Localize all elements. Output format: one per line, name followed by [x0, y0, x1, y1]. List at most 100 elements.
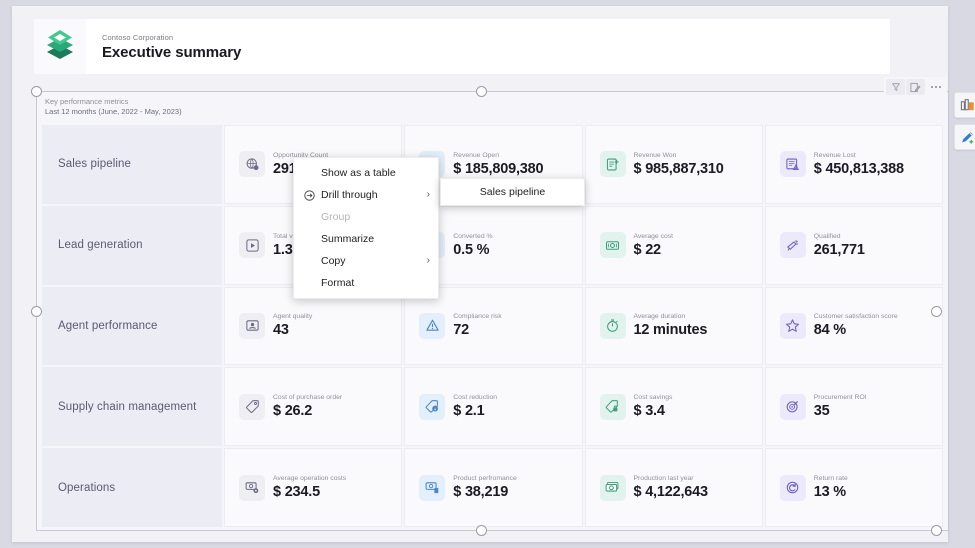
- visualizations-icon[interactable]: [954, 92, 975, 118]
- kpi-card[interactable]: Production last year $ 4,122,643: [584, 448, 763, 527]
- kpi-card[interactable]: Average duration 12 minutes: [584, 286, 763, 366]
- kpi-value: $ 38,219: [453, 484, 509, 501]
- selection-handle-bottom-right[interactable]: [931, 525, 942, 536]
- context-menu-item[interactable]: Summarize: [294, 228, 438, 250]
- money-cost-icon: [599, 232, 626, 259]
- selection-handle-bottom-center[interactable]: [476, 525, 487, 536]
- kpi-label: Product perfromance: [453, 475, 517, 483]
- kpi-card[interactable]: Customer satisfaction score 84 %: [764, 286, 943, 366]
- kpi-value: $ 2.1: [453, 403, 485, 420]
- kpi-value: $ 185,809,380: [453, 160, 544, 177]
- kpi-card[interactable]: Return rate 13 %: [764, 448, 943, 527]
- drill-through-icon: [304, 189, 319, 201]
- category-cell[interactable]: Operations: [42, 448, 222, 527]
- category-cell[interactable]: Agent performance: [42, 286, 222, 366]
- visual-subtitle: Last 12 months (June, 2022 - May, 2023): [45, 107, 182, 116]
- kpi-value: $ 985,887,310: [633, 160, 724, 177]
- kpi-card[interactable]: Cost of purchase order $ 26.2: [224, 367, 403, 447]
- kpi-text-block: Agent quality 43: [273, 313, 312, 338]
- kpi-card[interactable]: Cost reduction $ 2.1: [404, 367, 583, 447]
- smart-narrative-icon[interactable]: [954, 124, 975, 150]
- chevron-right-icon: ›: [426, 189, 430, 200]
- kpi-label: Agent quality: [273, 313, 313, 321]
- kpi-text-block: Revenue Lost $ 450,813,388: [814, 152, 904, 177]
- invoice-lost-icon: [779, 151, 806, 178]
- chevron-right-icon: ›: [426, 255, 430, 266]
- kpi-label: Return rate: [813, 475, 848, 483]
- kpi-label: Cost of purchase order: [273, 394, 343, 402]
- selection-handle-middle-left[interactable]: [31, 306, 42, 317]
- kpi-matrix-visual[interactable]: Key performance metrics Last 12 months (…: [36, 91, 949, 531]
- kpi-label: Cost reduction: [453, 394, 498, 402]
- kpi-text-block: Qualified 261,771: [814, 233, 865, 258]
- kpi-card[interactable]: Revenue Won $ 985,887,310: [584, 125, 763, 204]
- category-cell[interactable]: Supply chain management: [42, 367, 222, 447]
- more-options-icon[interactable]: [926, 79, 945, 95]
- kpi-card[interactable]: Procurement ROI 35: [764, 367, 943, 447]
- kpi-text-block: Average operation costs $ 234.5: [273, 475, 346, 500]
- kpi-card[interactable]: Cost savings $ 3.4: [584, 367, 763, 447]
- visual-header-toolbar[interactable]: [884, 77, 947, 97]
- category-label: Lead generation: [58, 239, 143, 252]
- tag-info-icon: [419, 393, 446, 420]
- kpi-text-block: Return rate 13 %: [814, 475, 848, 500]
- brand-logo-container: [34, 19, 86, 74]
- page-title: Executive summary: [102, 43, 242, 61]
- context-menu-item-label: Show as a table: [321, 167, 396, 179]
- kpi-label: Converted %: [453, 232, 493, 240]
- kpi-value: $ 450,813,388: [813, 160, 904, 177]
- kpi-text-block: Revenue Open $ 185,809,380: [453, 152, 543, 177]
- kpi-label: Revenue Lost: [813, 151, 856, 159]
- kpi-text-block: Average cost $ 22: [634, 233, 674, 258]
- company-name: Contoso Corporation: [102, 32, 174, 42]
- kpi-text-block: Revenue Won $ 985,887,310: [634, 152, 724, 177]
- kpi-label: Qualified: [813, 232, 841, 240]
- context-menu-item: Group: [294, 206, 438, 228]
- visual-side-rail[interactable]: [954, 92, 975, 150]
- context-menu-item[interactable]: Show as a table: [294, 162, 438, 184]
- tag-lock-icon: [599, 393, 626, 420]
- agent-badge-icon: [239, 312, 265, 339]
- kpi-value: $ 4,122,643: [633, 484, 709, 501]
- kpi-text-block: Product perfromance $ 38,219: [453, 475, 516, 500]
- category-label: Supply chain management: [58, 400, 197, 413]
- category-cell[interactable]: Lead generation: [42, 205, 222, 285]
- selection-handle-top-center[interactable]: [476, 86, 487, 97]
- kpi-label: Compliance risk: [453, 313, 502, 321]
- category-cell[interactable]: Sales pipeline: [42, 125, 222, 204]
- selection-handle-top-left[interactable]: [31, 86, 42, 97]
- kpi-value: 84 %: [813, 322, 846, 339]
- kpi-card[interactable]: Qualified 261,771: [764, 205, 943, 285]
- kpi-text-block: Cost reduction $ 2.1: [453, 394, 497, 419]
- context-menu-item-label: Group: [321, 211, 351, 223]
- edit-visual-icon[interactable]: [906, 79, 925, 95]
- invoice-won-icon: [599, 151, 626, 178]
- globe-opportunity-icon: [239, 151, 265, 178]
- context-menu-item[interactable]: Copy ›: [294, 250, 438, 272]
- context-menu-item-label: Copy: [321, 255, 346, 267]
- kpi-card[interactable]: Product perfromance $ 38,219: [404, 448, 583, 527]
- category-label: Operations: [58, 481, 116, 494]
- context-menu[interactable]: Show as a table Drill through › Group Summar…: [293, 157, 439, 299]
- filter-icon[interactable]: [886, 79, 905, 95]
- kpi-value: 12 minutes: [633, 322, 708, 339]
- context-menu-item[interactable]: Format: [294, 272, 438, 294]
- contoso-diamond-logo-icon: [43, 27, 77, 66]
- kpi-card[interactable]: Average operation costs $ 234.5: [224, 448, 403, 527]
- play-visits-icon: [239, 232, 265, 259]
- megaphone-qualified-icon: [779, 232, 806, 259]
- kpi-value: 261,771: [813, 241, 865, 258]
- money-product-icon: [419, 474, 446, 501]
- drill-through-submenu[interactable]: Sales pipeline: [440, 178, 585, 206]
- kpi-text-block: Cost savings $ 3.4: [634, 394, 673, 419]
- kpi-card[interactable]: Revenue Lost $ 450,813,388: [764, 125, 943, 204]
- selection-handle-middle-right[interactable]: [931, 306, 942, 317]
- kpi-label: Customer satisfaction score: [813, 313, 898, 321]
- kpi-text-block: Average duration 12 minutes: [634, 313, 708, 338]
- context-menu-item-label: Summarize: [321, 233, 375, 245]
- kpi-text-block: Customer satisfaction score 84 %: [814, 313, 898, 338]
- submenu-item[interactable]: Sales pipeline: [441, 182, 584, 202]
- context-menu-item[interactable]: Drill through ›: [294, 184, 438, 206]
- kpi-card[interactable]: Average cost $ 22: [584, 205, 763, 285]
- return-arrow-icon: [779, 474, 806, 501]
